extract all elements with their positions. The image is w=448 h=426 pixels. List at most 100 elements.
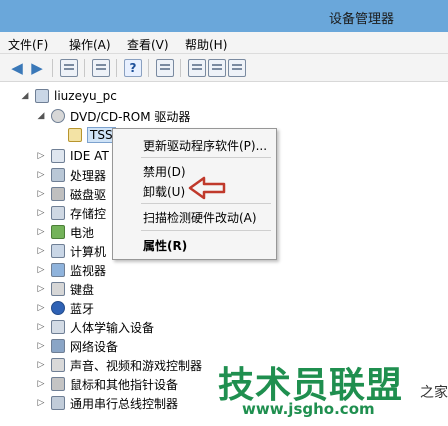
- menu-properties[interactable]: 属性(R): [143, 237, 187, 254]
- tree-item-dvd[interactable]: ◢ DVD/CD-ROM 驱动器: [36, 106, 190, 126]
- processor-icon: [51, 168, 65, 182]
- menu-bar: 文件(F) 操作(A) 查看(V) 帮助(H): [0, 32, 448, 54]
- expand-icon[interactable]: ▷: [36, 151, 46, 161]
- tree-root-label: liuzeyu_pc: [54, 89, 117, 103]
- help-icon[interactable]: ?: [124, 59, 142, 77]
- disable-device-icon[interactable]: [188, 59, 206, 77]
- properties-icon[interactable]: [60, 59, 78, 77]
- tree-item-computer[interactable]: ▷ 计算机: [36, 241, 106, 261]
- battery-icon: [51, 225, 65, 239]
- network-icon: [51, 339, 65, 353]
- mouse-icon: [51, 377, 65, 391]
- computer-icon: [35, 89, 49, 103]
- tree-item-tss[interactable]: TSS: [68, 125, 116, 145]
- tree-item-label: 处理器: [70, 168, 107, 183]
- hid-icon: [51, 320, 65, 334]
- tree-item-label: 声音、视频和游戏控制器: [70, 358, 203, 373]
- menu-action[interactable]: 操作(A): [69, 36, 111, 53]
- back-arrow-icon[interactable]: ◀: [8, 59, 26, 77]
- tree-item-keyboard[interactable]: ▷ 键盘: [36, 279, 94, 299]
- toolbar-separator: [116, 59, 117, 77]
- expand-icon[interactable]: ▷: [36, 284, 46, 294]
- expand-icon[interactable]: ▷: [36, 189, 46, 199]
- tree-item-hid[interactable]: ▷ 人体学输入设备: [36, 317, 154, 337]
- expand-icon[interactable]: ▷: [36, 322, 46, 332]
- bluetooth-icon: [51, 301, 65, 315]
- menu-help[interactable]: 帮助(H): [185, 36, 227, 53]
- menu-separator: [141, 157, 271, 158]
- tree-item-label: 键盘: [70, 282, 95, 297]
- tree-item-label: 电池: [70, 225, 95, 240]
- expand-icon[interactable]: ▷: [36, 398, 46, 408]
- toolbar-separator: [180, 59, 181, 77]
- tree-item-monitor[interactable]: ▷ 监视器: [36, 260, 106, 280]
- tree-item-label: 蓝牙: [70, 301, 95, 316]
- tree-item-label: 鼠标和其他指针设备: [70, 377, 179, 392]
- monitor-icon: [51, 263, 65, 277]
- tree-item-battery[interactable]: ▷ 电池: [36, 222, 94, 242]
- toolbar-separator: [52, 59, 53, 77]
- speaker-icon: [51, 358, 65, 372]
- menu-file[interactable]: 文件(F): [8, 36, 48, 53]
- warning-device-icon: [68, 128, 82, 142]
- menu-separator: [141, 230, 271, 231]
- storage-controller-icon: [51, 206, 65, 220]
- expand-icon[interactable]: ▷: [36, 265, 46, 275]
- scan-hardware-icon[interactable]: [156, 59, 174, 77]
- tree-item-mouse[interactable]: ▷ 鼠标和其他指针设备: [36, 374, 178, 394]
- tree-item-label: 人体学输入设备: [70, 320, 155, 335]
- expand-icon[interactable]: ▷: [36, 341, 46, 351]
- expand-icon[interactable]: ▷: [36, 379, 46, 389]
- expand-icon[interactable]: ▷: [36, 208, 46, 218]
- tree-item-label: 网络设备: [70, 339, 119, 354]
- computer-icon: [51, 244, 65, 258]
- enable-device-icon[interactable]: [228, 59, 246, 77]
- menu-separator: [141, 203, 271, 204]
- tree-item-ide[interactable]: ▷ IDE AT: [36, 146, 109, 166]
- toolbar-separator: [148, 59, 149, 77]
- tree-item-label: 磁盘驱: [70, 187, 107, 202]
- toolbar-separator: [84, 59, 85, 77]
- usb-icon: [51, 396, 65, 410]
- menu-scan-hardware[interactable]: 扫描检测硬件改动(A): [143, 209, 257, 226]
- tree-item-label: 存储控: [70, 206, 107, 221]
- expand-icon[interactable]: ▷: [36, 170, 46, 180]
- tree-item-label: IDE AT: [70, 149, 109, 163]
- expand-icon[interactable]: ▷: [36, 246, 46, 256]
- tree-item-disk[interactable]: ▷ 磁盘驱: [36, 184, 106, 204]
- forward-arrow-icon[interactable]: ▶: [28, 59, 46, 77]
- collapse-icon[interactable]: ◢: [36, 111, 46, 121]
- tree-item-bluetooth[interactable]: ▷ 蓝牙: [36, 298, 94, 318]
- watermark: 技术员联盟 之家 www.jsgho.com: [218, 356, 448, 426]
- collapse-icon[interactable]: ◢: [20, 91, 30, 101]
- expand-icon[interactable]: ▷: [36, 227, 46, 237]
- tree-root[interactable]: ◢ liuzeyu_pc: [20, 86, 117, 106]
- disk-drive-icon: [51, 187, 65, 201]
- menu-disable[interactable]: 禁用(D): [143, 163, 186, 180]
- menu-update-driver[interactable]: 更新驱动程序软件(P)...: [143, 137, 267, 154]
- uninstall-device-icon[interactable]: [208, 59, 226, 77]
- update-driver-icon[interactable]: [92, 59, 110, 77]
- tree-item-label: 监视器: [70, 263, 107, 278]
- toolbar: ◀ ▶ ?: [0, 54, 448, 82]
- tree-item-network[interactable]: ▷ 网络设备: [36, 336, 118, 356]
- tree-item-label: 计算机: [70, 244, 107, 259]
- tree-item-sound[interactable]: ▷ 声音、视频和游戏控制器: [36, 355, 202, 375]
- tree-item-label: DVD/CD-ROM 驱动器: [70, 109, 191, 124]
- tree-item-label: 通用串行总线控制器: [70, 396, 179, 411]
- expand-icon[interactable]: ▷: [36, 360, 46, 370]
- menu-view[interactable]: 查看(V): [127, 36, 169, 53]
- tree-item-storage[interactable]: ▷ 存储控: [36, 203, 106, 223]
- watermark-url: www.jsgho.com: [242, 400, 375, 418]
- menu-uninstall[interactable]: 卸载(U): [143, 183, 185, 200]
- red-arrow-annotation-icon: [188, 176, 226, 200]
- title-bar: 设备管理器: [0, 0, 448, 32]
- ide-controller-icon: [51, 149, 65, 163]
- expand-icon[interactable]: ▷: [36, 303, 46, 313]
- keyboard-icon: [51, 282, 65, 296]
- tree-item-usb[interactable]: ▷ 通用串行总线控制器: [36, 393, 178, 413]
- watermark-sub: 之家: [420, 385, 448, 401]
- tree-item-cpu[interactable]: ▷ 处理器: [36, 165, 106, 185]
- window-title: 设备管理器: [328, 12, 394, 27]
- dvd-drive-icon: [51, 109, 65, 123]
